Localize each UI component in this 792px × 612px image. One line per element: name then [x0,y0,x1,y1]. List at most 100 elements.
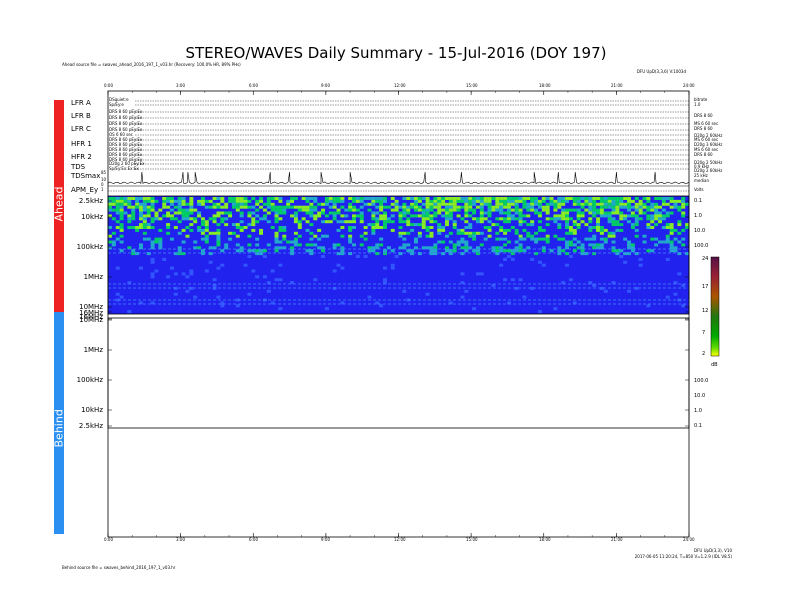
spectrogram-cell [491,197,496,200]
spectrogram-cell [224,243,229,247]
spectrogram-cell [534,252,539,256]
spectrogram-cell [650,226,655,229]
spectrogram-cell [293,211,298,215]
spectrogram-cell [681,199,686,203]
spectrogram-cell [111,197,116,200]
spectrogram-cell [297,205,302,209]
spectrogram-cell [142,226,147,229]
spectrogram-cell [282,208,287,212]
spectrogram-cell [235,205,240,209]
spectrogram-cell [669,197,674,200]
spectrogram-cell [437,231,442,235]
spectrogram-cell [475,272,480,276]
spectrogram-cell [584,197,589,200]
spectrogram-cell [638,217,643,221]
spectrogram-cell [425,228,430,232]
spectrogram-cell [681,202,686,206]
spectrogram-cell [181,240,186,244]
spectrogram-cell [177,252,182,256]
spectrogram-cell [274,240,279,244]
spectrogram-cell [309,214,314,218]
spectrogram-cell [379,208,384,212]
spectrogram-cell [309,205,314,209]
spectrogram-cell [394,208,399,212]
spectrogram-cell [375,226,380,229]
spectrogram-cell [259,199,264,203]
spectrogram-cell [623,260,628,264]
spectrogram-cell [142,214,147,218]
spectrogram-cell [638,208,643,212]
spectrogram-cell [650,237,655,241]
spectrogram-cell [522,228,527,232]
spectrogram-cell [611,197,616,200]
spectrogram-cell [181,252,186,256]
spectrogram-cell [146,199,151,203]
spectrogram-cell [313,205,318,209]
spectrogram-cell [293,243,298,247]
spectrogram-cell [537,211,542,215]
spectrogram-cell [499,197,504,200]
spectrogram-cell [448,197,453,200]
spectrogram-cell [239,228,244,232]
spectrogram-cell [278,197,283,200]
spectrogram-cell [181,199,186,203]
spectrogram-cell [677,252,682,256]
spectrogram-cell [348,228,353,232]
spectrogram-cell [464,240,469,244]
spectrogram-cell [193,217,198,221]
spectrogram-cell [169,214,174,218]
spectrogram-cell [150,217,155,221]
spectrogram-cell [328,220,333,224]
spectrogram-cell [545,202,550,206]
spectrogram-cell [487,234,492,238]
spectrogram-cell [375,220,380,224]
spectrogram-cell [464,199,469,203]
spectrogram-cell [363,255,368,258]
spectrogram-cell [421,197,426,200]
spectrogram-cell [661,199,666,203]
spectrogram-cell [603,205,608,209]
spectrogram-cell [224,202,229,206]
spectrogram-cell [499,199,504,203]
spectrogram-cell [568,231,573,235]
spectrogram-cell [413,240,418,244]
spectrogram-cell [352,220,356,224]
spectrogram-cell [158,208,163,212]
spectrogram-cell [383,252,387,256]
spectrogram-cell [619,255,624,258]
spectrogram-cell [479,231,484,235]
spectrogram-cell [352,226,356,229]
spectrogram-cell [348,208,353,212]
spectrogram-cell [665,223,670,227]
spectrogram-cell [200,228,205,232]
spectrogram-cell [452,220,457,224]
spectrogram-cell [235,249,240,253]
spectrogram-cell [580,211,585,215]
spectrogram-cell [421,226,426,229]
spectrogram-cell [417,223,422,227]
spectrogram-cell [646,208,651,212]
spectrogram-cell [270,226,275,229]
spectrogram-cell [654,202,659,206]
spectrogram-cell [673,292,678,296]
spectrogram-cell [654,237,659,241]
spectrogram-cell [421,223,426,227]
spectrogram-cell [646,217,651,221]
spectrogram-cell [592,234,597,238]
spectrogram-cell [255,237,260,241]
spectrogram-cell [166,211,171,215]
spectrogram-cell [142,197,147,200]
spectrogram-cell [336,211,341,215]
spectrogram-cell [255,208,260,212]
spectrogram-cell [282,234,287,238]
spectrogram-cell [475,199,480,203]
spectrogram-cell [572,249,577,253]
spectrogram-cell [169,217,174,221]
spectrogram-cell [530,234,535,238]
spectrogram-cell [402,211,407,215]
spectrogram-cell [549,202,554,206]
spectrogram-cell [646,199,651,203]
spectrogram-cell [262,249,267,253]
spectrogram-cell [410,252,415,256]
spectrogram-cell [135,197,140,200]
